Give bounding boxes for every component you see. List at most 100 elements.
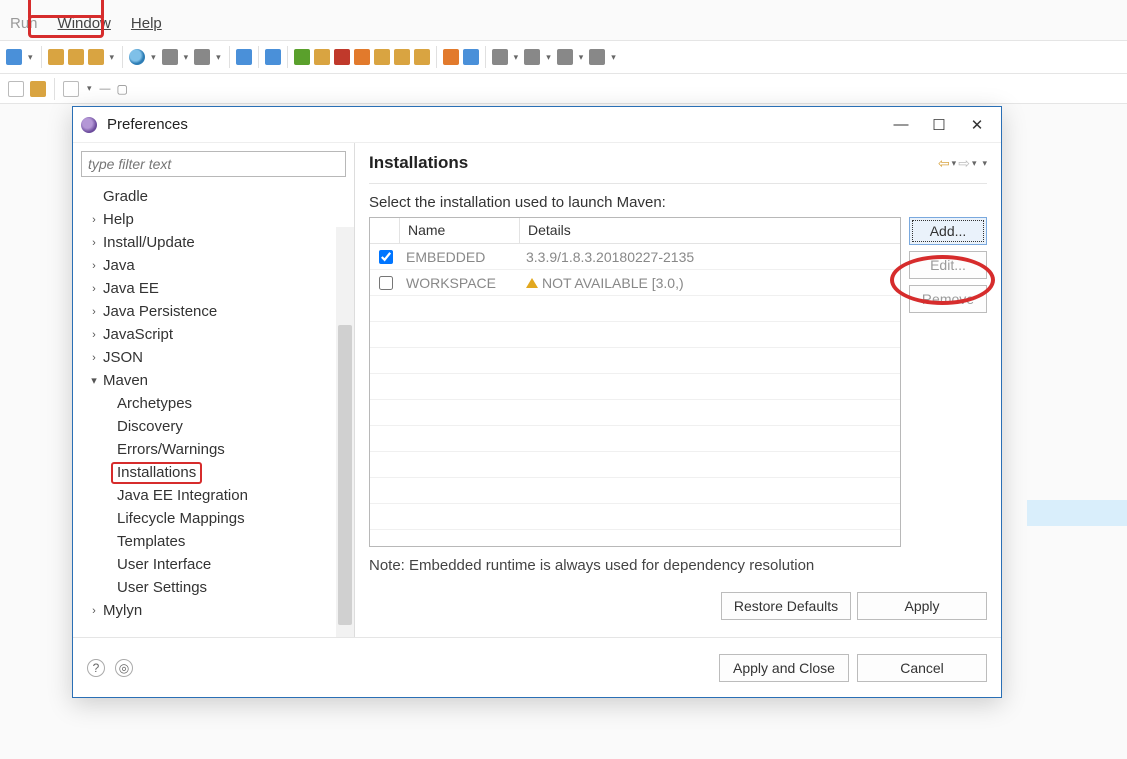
link-editor-icon[interactable] — [30, 81, 46, 97]
chevron-right-icon[interactable]: › — [87, 214, 101, 226]
dropdown-icon[interactable]: ▾ — [982, 158, 987, 169]
table-header-name[interactable]: Name — [400, 218, 520, 243]
remove-button[interactable]: Remove — [909, 285, 987, 313]
dropdown-icon[interactable]: ▾ — [149, 52, 158, 63]
collapse-all-icon[interactable] — [8, 81, 24, 97]
apply-and-close-button[interactable]: Apply and Close — [719, 654, 849, 682]
globe-icon[interactable] — [129, 49, 145, 65]
dropdown-icon[interactable]: ▾ — [512, 52, 521, 63]
nav-back-icon[interactable] — [557, 49, 573, 65]
chevron-down-icon[interactable]: ▾ — [87, 374, 101, 387]
dropdown-icon[interactable]: ▾ — [544, 52, 553, 63]
tree-item[interactable]: ›Java — [87, 254, 342, 277]
step-return-icon[interactable] — [414, 49, 430, 65]
table-empty-row — [370, 478, 900, 504]
table-row[interactable]: WORKSPACENOT AVAILABLE [3.0,) — [370, 270, 900, 296]
chevron-right-icon[interactable]: › — [87, 605, 101, 617]
dropdown-icon[interactable]: ▾ — [108, 52, 117, 63]
pin-icon[interactable] — [524, 49, 540, 65]
row-checkbox[interactable] — [379, 276, 393, 290]
user-icon[interactable] — [194, 49, 210, 65]
close-button[interactable]: ✕ — [969, 117, 985, 133]
menu-help[interactable]: Help — [123, 12, 170, 35]
table-header-details[interactable]: Details — [520, 218, 900, 243]
pause-icon[interactable] — [314, 49, 330, 65]
chevron-right-icon[interactable]: › — [87, 260, 101, 272]
tree-item[interactable]: ›Help — [87, 208, 342, 231]
dropdown-icon[interactable]: ▾ — [609, 52, 618, 63]
menu-run[interactable]: Run — [2, 12, 46, 35]
chevron-right-icon[interactable]: › — [87, 283, 101, 295]
dropdown-icon[interactable]: ▾ — [972, 158, 977, 169]
disconnect-icon[interactable] — [354, 49, 370, 65]
minimize-icon[interactable]: — — [100, 83, 111, 95]
cancel-button[interactable]: Cancel — [857, 654, 987, 682]
stop-icon[interactable] — [334, 49, 350, 65]
tree-item[interactable]: User Interface — [115, 553, 342, 576]
preferences-tree[interactable]: Gradle›Help›Install/Update›Java›Java EE›… — [73, 185, 354, 637]
refresh-icon[interactable] — [6, 49, 22, 65]
chevron-right-icon[interactable]: › — [87, 352, 101, 364]
edit-button[interactable]: Edit... — [909, 251, 987, 279]
step-filters-icon[interactable] — [463, 49, 479, 65]
import-export-icon[interactable]: ◎ — [115, 659, 133, 677]
restore-defaults-button[interactable]: Restore Defaults — [721, 592, 851, 620]
view-menu-icon[interactable] — [63, 81, 79, 97]
new-wizard-icon[interactable] — [88, 49, 104, 65]
chevron-right-icon[interactable]: › — [87, 306, 101, 318]
tree-item[interactable]: ›Mylyn — [87, 599, 342, 622]
open-project-icon[interactable] — [48, 49, 64, 65]
editor-background-stripe — [1027, 500, 1127, 526]
maximize-button[interactable]: ☐ — [931, 117, 947, 133]
tree-item[interactable]: ›JavaScript — [87, 323, 342, 346]
tree-item[interactable]: ▾Maven — [87, 369, 342, 392]
nav-fwd-icon[interactable]: ⇨ — [958, 155, 970, 172]
perspective-icon[interactable] — [236, 49, 252, 65]
scrollbar-track[interactable] — [336, 227, 354, 637]
installations-table: Name Details EMBEDDED3.3.9/1.8.3.2018022… — [369, 217, 901, 547]
tree-item[interactable]: Discovery — [115, 415, 342, 438]
table-row[interactable]: EMBEDDED3.3.9/1.8.3.20180227-2135 — [370, 244, 900, 270]
chevron-right-icon[interactable]: › — [87, 237, 101, 249]
tree-item[interactable]: Errors/Warnings — [115, 438, 342, 461]
tree-item[interactable]: Gradle — [87, 185, 342, 208]
tree-item-label: Install/Update — [101, 234, 195, 251]
dropdown-icon[interactable]: ▾ — [577, 52, 586, 63]
step-over-icon[interactable] — [394, 49, 410, 65]
tree-item[interactable]: Templates — [115, 530, 342, 553]
add-button[interactable]: Add... — [909, 217, 987, 245]
search-icon[interactable] — [265, 49, 281, 65]
maximize-icon[interactable]: ▢ — [117, 82, 128, 96]
tree-item[interactable]: Archetypes — [115, 392, 342, 415]
chevron-right-icon[interactable]: › — [87, 329, 101, 341]
apply-button[interactable]: Apply — [857, 592, 987, 620]
back-icon[interactable] — [492, 49, 508, 65]
open-type-icon[interactable] — [68, 49, 84, 65]
filter-input[interactable] — [81, 151, 346, 177]
menu-window[interactable]: Window — [50, 12, 119, 35]
tree-item[interactable]: Installations — [115, 461, 342, 484]
dropdown-icon[interactable]: ▾ — [26, 52, 35, 63]
tree-item[interactable]: Lifecycle Mappings — [115, 507, 342, 530]
dialog-titlebar: Preferences — ☐ ✕ — [73, 107, 1001, 143]
tree-item[interactable]: ›Install/Update — [87, 231, 342, 254]
minimize-button[interactable]: — — [893, 117, 909, 133]
tree-item[interactable]: ›Java EE — [87, 277, 342, 300]
tree-item[interactable]: User Settings — [115, 576, 342, 599]
tree-item[interactable]: ›Java Persistence — [87, 300, 342, 323]
server-icon[interactable] — [162, 49, 178, 65]
dropdown-icon[interactable]: ▾ — [182, 52, 191, 63]
dropdown-icon[interactable]: ▾ — [214, 52, 223, 63]
nav-fwd-icon[interactable] — [589, 49, 605, 65]
help-icon[interactable]: ? — [87, 659, 105, 677]
dropdown-icon[interactable]: ▾ — [952, 158, 957, 169]
run-icon[interactable] — [294, 49, 310, 65]
row-checkbox[interactable] — [379, 250, 393, 264]
step-into-icon[interactable] — [374, 49, 390, 65]
dropdown-icon[interactable]: ▾ — [85, 83, 94, 94]
scrollbar-thumb[interactable] — [338, 325, 352, 625]
tree-item[interactable]: ›JSON — [87, 346, 342, 369]
tree-item[interactable]: Java EE Integration — [115, 484, 342, 507]
drop-frame-icon[interactable] — [443, 49, 459, 65]
nav-back-icon[interactable]: ⇦ — [938, 155, 950, 172]
